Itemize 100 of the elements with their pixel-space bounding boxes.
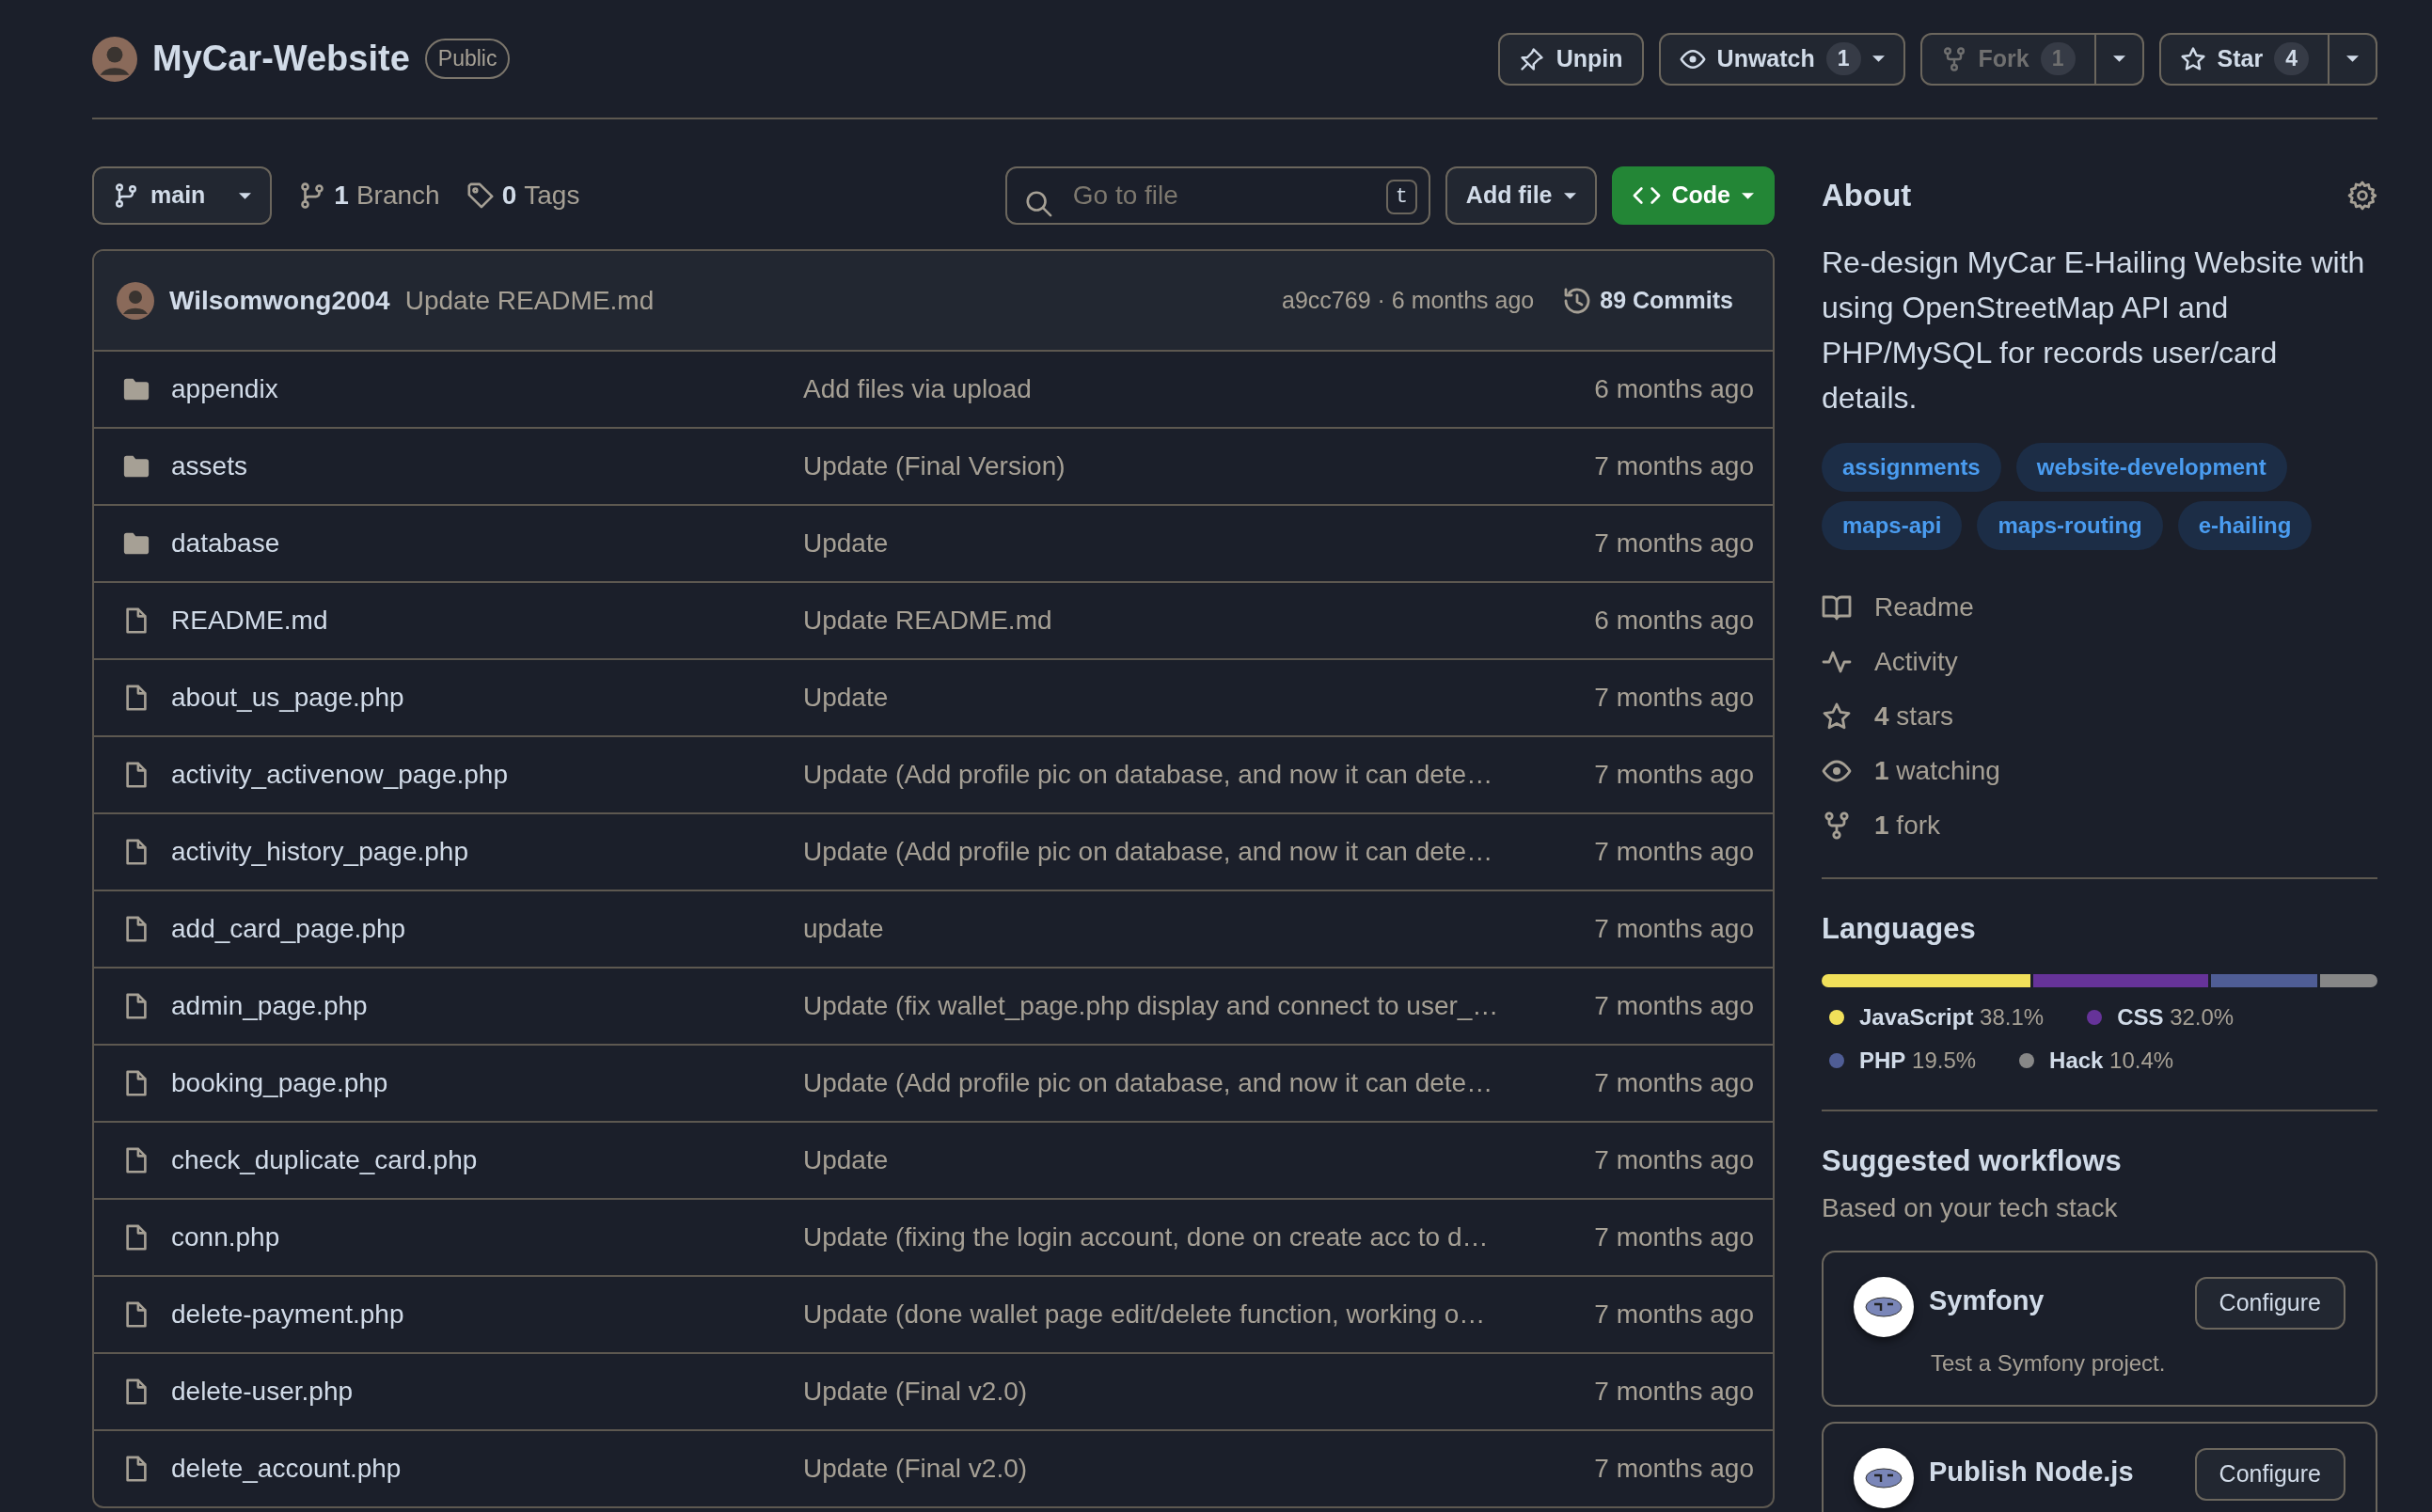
workflow-name: Publish Node.js [1929, 1456, 2135, 1488]
file-name[interactable]: delete-payment.php [171, 1299, 404, 1329]
commit-time: 7 months ago [1594, 759, 1754, 791]
commit-message[interactable]: Update (fix wallet_page.php display and connect to user_… [803, 991, 1499, 1020]
commit-meta: a9cc769 · 6 months ago [1282, 285, 1535, 315]
watch-button[interactable]: Unwatch 1 [1658, 32, 1905, 86]
commit-message[interactable]: update [803, 914, 884, 943]
topic-tag[interactable]: maps-routing [1977, 501, 2163, 550]
visibility-label: Public [424, 39, 511, 79]
commit-message[interactable]: Add files via upload [803, 374, 1032, 403]
commit-time: 7 months ago [1594, 990, 1754, 1022]
file-name[interactable]: assets [171, 451, 247, 480]
file-name[interactable]: delete-user.php [171, 1377, 354, 1406]
repo-name[interactable]: MyCar-Website [152, 32, 410, 86]
file-name[interactable]: check_duplicate_card.php [171, 1145, 478, 1174]
commit-message[interactable]: Update (Final v2.0) [803, 1454, 1028, 1483]
branch-link[interactable]: 1 Branch [298, 176, 440, 215]
commit-message[interactable]: Update [803, 528, 889, 558]
commit-time: 7 months ago [1594, 1453, 1754, 1485]
star-icon [2179, 45, 2206, 72]
section-title: About [1822, 177, 1912, 215]
tag-icon [466, 181, 495, 210]
file-name[interactable]: activity_history_page.php [171, 837, 468, 866]
commit-message[interactable]: Update (Add profile pic on database, and now it can dete… [803, 1068, 1493, 1097]
star-icon [1822, 701, 1852, 732]
commit-time: 7 months ago [1594, 913, 1754, 945]
commit-time: 7 months ago [1594, 836, 1754, 868]
avatar [117, 281, 154, 320]
commit-time: 7 months ago [1594, 682, 1754, 714]
sidebar-link[interactable]: Activity [1874, 642, 1958, 682]
topic-tag[interactable]: assignments [1822, 443, 2001, 492]
settings-button[interactable] [2347, 181, 2377, 211]
file-name[interactable]: add_card_page.php [171, 914, 406, 943]
tag-link[interactable]: 0 Tags [466, 176, 580, 215]
file-name[interactable]: admin_page.php [171, 991, 368, 1020]
commit-time: 7 months ago [1594, 1376, 1754, 1408]
section-title: Suggested workflows [1822, 1142, 2123, 1179]
file-name[interactable]: booking_page.php [171, 1068, 388, 1097]
code-button[interactable]: Code [1611, 166, 1775, 225]
sidebar-link[interactable]: Readme [1874, 588, 1974, 627]
sidebar-link[interactable]: 4 stars [1874, 697, 1954, 736]
workflow-name: Symfony [1929, 1284, 2045, 1317]
file-name[interactable]: delete_account.php [171, 1454, 402, 1483]
commit-message[interactable]: Update (Final Version) [803, 451, 1066, 480]
sidebar-link[interactable]: 1 watching [1874, 751, 2000, 791]
commit-message[interactable]: Update (fixing the login account, done on create acc to d… [803, 1222, 1489, 1252]
commits-link[interactable]: 89 Commits [1562, 282, 1733, 319]
caret-icon [1563, 192, 1576, 199]
section-subtitle: Based on your tech stack [1822, 1192, 2119, 1224]
shortcut-key: t [1385, 180, 1417, 214]
workflow-description: Test a Symfony project. [1931, 1349, 2167, 1378]
commit-time: 6 months ago [1594, 373, 1754, 405]
repo-description: Re-design MyCar E-Hailing Website with using OpenStreetMap API and PHP/MySQL for records user/card details. [1822, 244, 2366, 417]
section-title: Languages [1822, 911, 1977, 947]
commit-time: 7 months ago [1594, 528, 1754, 559]
avatar [92, 36, 137, 82]
language-label[interactable]: JavaScript 38.1% [1859, 1000, 2045, 1034]
configure-button[interactable]: Configure [2194, 1448, 2345, 1501]
caret-icon [2346, 55, 2359, 62]
topic-tag[interactable]: website-development [2015, 443, 2287, 492]
pin-icon [1518, 45, 1545, 72]
commit-message[interactable]: Update README.md [803, 606, 1052, 635]
caret-icon [2112, 55, 2125, 62]
file-name[interactable]: README.md [171, 606, 328, 635]
commit-message[interactable]: Update [803, 683, 889, 712]
commit-message[interactable]: Update (done wallet page edit/delete function, working o… [803, 1299, 1486, 1329]
commit-message[interactable]: Update [803, 1145, 889, 1174]
file-name[interactable]: conn.php [171, 1222, 280, 1252]
commit-message[interactable]: Update (Add profile pic on database, and now it can dete… [803, 760, 1493, 789]
dropdown-button[interactable] [2095, 32, 2144, 86]
commit-message[interactable]: Update (Add profile pic on database, and now it can dete… [803, 837, 1493, 866]
commit-message[interactable]: Update (Final v2.0) [803, 1377, 1028, 1406]
configure-button[interactable]: Configure [2194, 1277, 2345, 1330]
language-label[interactable]: PHP 19.5% [1859, 1043, 1977, 1078]
add-file-button[interactable]: Add file [1445, 166, 1597, 225]
topic-tag[interactable]: maps-api [1822, 501, 1963, 550]
file-name[interactable]: appendix [171, 374, 278, 403]
branch-selector[interactable]: main [92, 166, 273, 225]
star-button[interactable]: Star 4 [2158, 32, 2329, 86]
commit-author[interactable]: Wilsomwong2004 [169, 280, 390, 321]
commit-time: 7 months ago [1594, 1067, 1754, 1099]
search-icon [1023, 188, 1052, 217]
sidebar-link[interactable]: 1 fork [1874, 806, 1941, 845]
commit-message[interactable]: Update README.md [404, 280, 655, 321]
file-name[interactable]: activity_activenow_page.php [171, 760, 508, 789]
pin-button[interactable]: Unpin [1497, 32, 1644, 86]
topic-tag[interactable]: e-hailing [2177, 501, 2313, 550]
language-label[interactable]: CSS 32.0% [2117, 1000, 2235, 1034]
logo-icon [1865, 1297, 1903, 1317]
branch-icon [113, 182, 139, 209]
file-name[interactable]: about_us_page.php [171, 683, 404, 712]
commit-time: 6 months ago [1594, 605, 1754, 637]
commit-time: 7 months ago [1594, 1144, 1754, 1176]
dropdown-button[interactable] [2329, 32, 2377, 86]
file-name[interactable]: database [171, 528, 280, 558]
commit-time: 7 months ago [1594, 1221, 1754, 1253]
language-label[interactable]: Hack 10.4% [2049, 1043, 2174, 1078]
caret-icon [239, 192, 252, 199]
logo-icon [1865, 1468, 1903, 1488]
commit-time: 7 months ago [1594, 1299, 1754, 1331]
